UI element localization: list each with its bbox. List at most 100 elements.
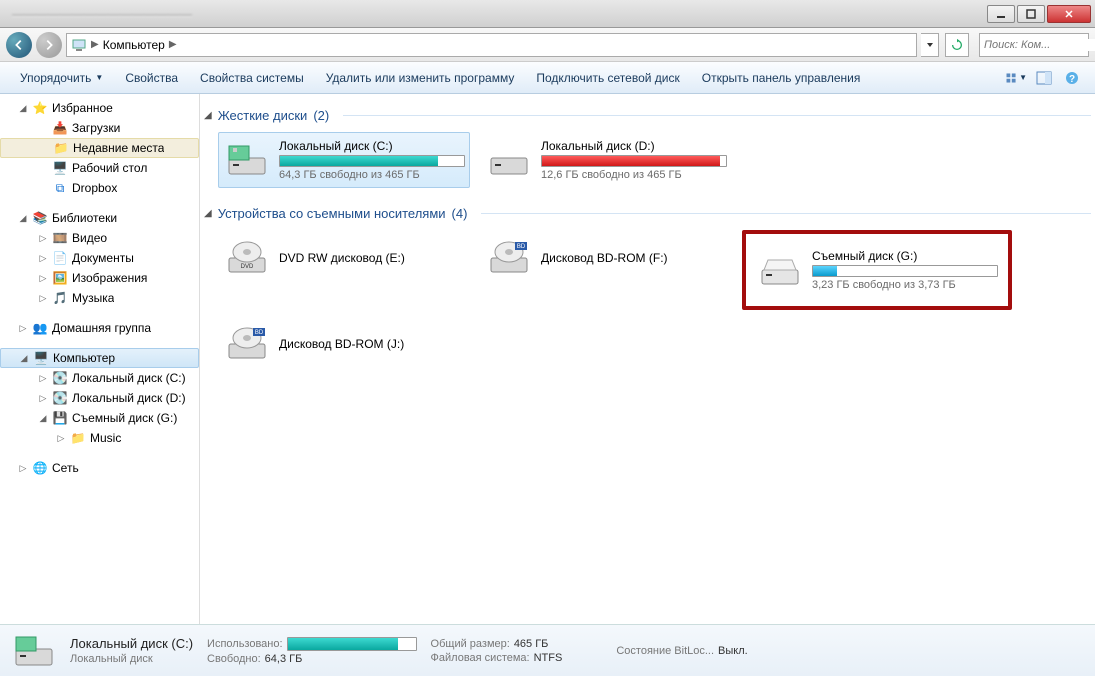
- breadcrumb-computer[interactable]: Компьютер: [103, 38, 165, 52]
- pictures-icon: 🖼️: [52, 270, 68, 286]
- details-filesystem-value: NTFS: [534, 652, 563, 664]
- sidebar-recent-places[interactable]: 📁Недавние места: [0, 138, 199, 158]
- drive-name: DVD RW дисковод (E:): [279, 251, 465, 265]
- sidebar-libraries[interactable]: ◢📚Библиотеки: [0, 208, 199, 228]
- sidebar-drive-c[interactable]: ▷💽Локальный диск (C:): [0, 368, 199, 388]
- documents-icon: 📄: [52, 250, 68, 266]
- system-properties-button[interactable]: Свойства системы: [190, 67, 314, 89]
- svg-text:DVD: DVD: [241, 264, 254, 270]
- open-control-panel-button[interactable]: Открыть панель управления: [692, 67, 871, 89]
- drive-free-space: 64,3 ГБ свободно из 465 ГБ: [279, 169, 465, 181]
- star-icon: ⭐: [32, 100, 48, 116]
- hard-drive-icon: [12, 629, 56, 673]
- dvd-drive-icon: DVD: [223, 234, 271, 282]
- close-button[interactable]: [1047, 5, 1091, 23]
- music-icon: 🎵: [52, 290, 68, 306]
- map-network-drive-button[interactable]: Подключить сетевой диск: [526, 67, 689, 89]
- address-dropdown-button[interactable]: [921, 33, 939, 57]
- navigation-bar: ▶ Компьютер ▶: [0, 28, 1095, 62]
- sidebar-downloads[interactable]: 📥Загрузки: [0, 118, 199, 138]
- space-bar: [812, 265, 998, 277]
- refresh-button[interactable]: [945, 33, 969, 57]
- organize-button[interactable]: Упорядочить▼: [10, 67, 113, 89]
- properties-button[interactable]: Свойства: [115, 67, 188, 89]
- svg-text:BD: BD: [517, 244, 526, 250]
- uninstall-program-button[interactable]: Удалить или изменить программу: [316, 67, 525, 89]
- computer-icon: 🖥️: [33, 350, 49, 366]
- drive-tile-d[interactable]: Локальный диск (D:) 12,6 ГБ свободно из …: [480, 132, 732, 188]
- view-options-button[interactable]: ▼: [1005, 67, 1027, 89]
- sidebar-favorites[interactable]: ◢⭐Избранное: [0, 98, 199, 118]
- drive-free-space: 3,23 ГБ свободно из 3,73 ГБ: [812, 279, 998, 291]
- details-pane: Локальный диск (C:) Локальный диск Испол…: [0, 624, 1095, 676]
- network-icon: 🌐: [32, 460, 48, 476]
- hard-drive-icon: [223, 136, 271, 184]
- group-removable[interactable]: ◢ Устройства со съемными носителями (4): [204, 202, 1091, 224]
- chevron-right-icon: ▶: [169, 39, 177, 50]
- chevron-right-icon: ▶: [91, 39, 99, 50]
- window-title: ———————————————: [4, 7, 985, 21]
- drive-icon: 💽: [52, 370, 68, 386]
- navigation-sidebar: ◢⭐Избранное 📥Загрузки 📁Недавние места 🖥️…: [0, 94, 200, 624]
- drive-name: Локальный диск (D:): [541, 139, 727, 153]
- bd-drive-icon: BD: [485, 234, 533, 282]
- drive-tile-j[interactable]: BD Дисковод BD-ROM (J:): [218, 316, 470, 372]
- search-box[interactable]: [979, 33, 1089, 57]
- address-breadcrumb[interactable]: ▶ Компьютер ▶: [66, 33, 917, 57]
- details-free-value: 64,3 ГБ: [265, 653, 303, 665]
- details-space-bar: [287, 637, 417, 651]
- group-hard-drives[interactable]: ◢ Жесткие диски (2): [204, 104, 1091, 126]
- sidebar-computer[interactable]: ◢🖥️Компьютер: [0, 348, 199, 368]
- drive-tile-c[interactable]: Локальный диск (C:) 64,3 ГБ свободно из …: [218, 132, 470, 188]
- sidebar-drive-g[interactable]: ◢💾Съемный диск (G:): [0, 408, 199, 428]
- back-button[interactable]: [6, 32, 32, 58]
- desktop-icon: 🖥️: [52, 160, 68, 176]
- sidebar-desktop[interactable]: 🖥️Рабочий стол: [0, 158, 199, 178]
- hard-drive-icon: [485, 136, 533, 184]
- window-titlebar: ———————————————: [0, 0, 1095, 28]
- search-input[interactable]: [984, 39, 1095, 51]
- details-free-label: Свободно:: [207, 653, 261, 665]
- video-icon: 🎞️: [52, 230, 68, 246]
- maximize-button[interactable]: [1017, 5, 1045, 23]
- details-bitlocker-label: Состояние BitLoc...: [616, 645, 714, 657]
- folder-icon: 📁: [70, 430, 86, 446]
- recent-icon: 📁: [53, 140, 69, 156]
- collapse-icon[interactable]: ◢: [204, 208, 212, 219]
- drive-tile-g[interactable]: Съемный диск (G:) 3,23 ГБ свободно из 3,…: [742, 230, 1012, 310]
- computer-icon: [71, 37, 87, 53]
- sidebar-videos[interactable]: ▷🎞️Видео: [0, 228, 199, 248]
- minimize-button[interactable]: [987, 5, 1015, 23]
- drive-name: Локальный диск (C:): [279, 139, 465, 153]
- sidebar-pictures[interactable]: ▷🖼️Изображения: [0, 268, 199, 288]
- drive-tile-e[interactable]: DVD DVD RW дисковод (E:): [218, 230, 470, 286]
- drive-free-space: 12,6 ГБ свободно из 465 ГБ: [541, 169, 727, 181]
- drive-icon: 💽: [52, 390, 68, 406]
- drive-name: Дисковод BD-ROM (F:): [541, 251, 727, 265]
- details-total-value: 465 ГБ: [514, 638, 549, 650]
- sidebar-network[interactable]: ▷🌐Сеть: [0, 458, 199, 478]
- help-button[interactable]: ?: [1061, 67, 1083, 89]
- sidebar-dropbox[interactable]: ⧉Dropbox: [0, 178, 199, 198]
- removable-drive-icon: [756, 246, 804, 294]
- command-toolbar: Упорядочить▼ Свойства Свойства системы У…: [0, 62, 1095, 94]
- collapse-icon[interactable]: ◢: [204, 110, 212, 121]
- homegroup-icon: 👥: [32, 320, 48, 336]
- svg-text:?: ?: [1069, 74, 1075, 85]
- sidebar-drive-d[interactable]: ▷💽Локальный диск (D:): [0, 388, 199, 408]
- drive-name: Дисковод BD-ROM (J:): [279, 337, 465, 351]
- sidebar-music-folder[interactable]: ▷📁Music: [0, 428, 199, 448]
- sidebar-homegroup[interactable]: ▷👥Домашняя группа: [0, 318, 199, 338]
- drive-tile-f[interactable]: BD Дисковод BD-ROM (F:): [480, 230, 732, 286]
- space-bar: [541, 155, 727, 167]
- sidebar-documents[interactable]: ▷📄Документы: [0, 248, 199, 268]
- space-bar: [279, 155, 465, 167]
- details-used-label: Использовано:: [207, 638, 283, 650]
- preview-pane-button[interactable]: [1033, 67, 1055, 89]
- usb-drive-icon: 💾: [52, 410, 68, 426]
- details-filesystem-label: Файловая система:: [431, 652, 530, 664]
- dropbox-icon: ⧉: [52, 180, 68, 196]
- sidebar-music[interactable]: ▷🎵Музыка: [0, 288, 199, 308]
- forward-button[interactable]: [36, 32, 62, 58]
- details-bitlocker-value: Выкл.: [718, 645, 748, 657]
